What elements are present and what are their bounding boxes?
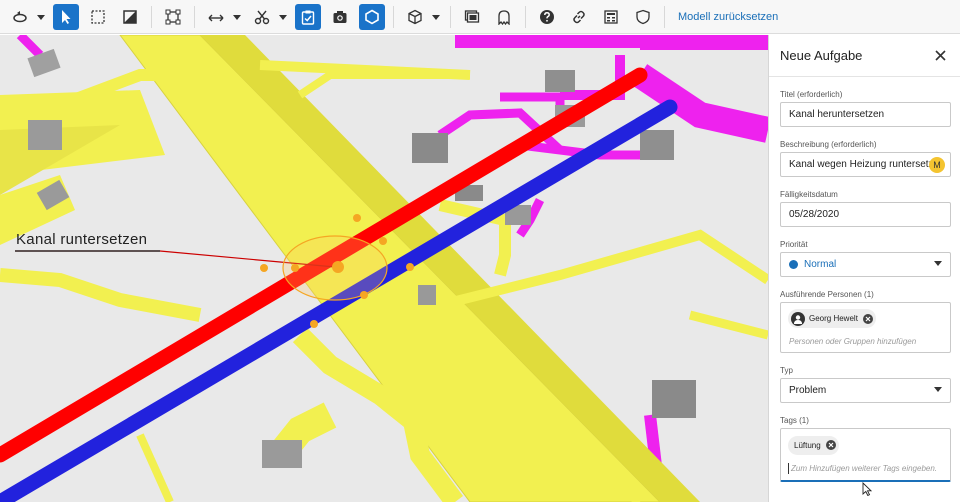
ghost-icon[interactable]	[491, 4, 517, 30]
frame-icon[interactable]	[160, 4, 186, 30]
select-arrow-icon[interactable]	[53, 3, 79, 30]
tags-input[interactable]: Lüftung Zum Hinzufügen weiterer Tags ein…	[780, 427, 951, 482]
remove-chip-icon[interactable]	[862, 313, 873, 324]
camera-icon[interactable]	[327, 4, 353, 30]
assignees-input[interactable]: Georg Hewelt Personen oder Gruppen hinzu…	[780, 302, 951, 353]
task-form: Titel (erforderlich) Kanal heruntersetze…	[769, 90, 960, 482]
assignees-label: Ausführende Personen (1)	[780, 290, 874, 299]
reset-model-link[interactable]: Modell zurücksetzen	[678, 11, 778, 23]
panel-header: Neue Aufgabe	[769, 35, 960, 77]
orbit-icon[interactable]	[7, 4, 33, 30]
assignee-chip: Georg Hewelt	[788, 309, 876, 328]
tags-text-entry[interactable]: Zum Hinzufügen weiterer Tags eingeben.	[788, 462, 944, 474]
orbit-dropdown-chevron-icon[interactable]	[36, 4, 46, 30]
layers-icon[interactable]	[459, 4, 485, 30]
user-avatar-icon	[791, 311, 805, 326]
text-cursor	[788, 462, 789, 474]
cube-dropdown-chevron-icon[interactable]	[431, 4, 441, 30]
title-value: Kanal heruntersetzen	[789, 109, 885, 120]
task-icon[interactable]	[295, 3, 321, 30]
assignees-placeholder: Personen oder Gruppen hinzufügen	[789, 336, 917, 346]
mention-avatar: M	[929, 157, 945, 173]
measure-dropdown-chevron-icon[interactable]	[232, 4, 242, 30]
chevron-down-icon	[934, 385, 942, 396]
tag-name: Lüftung	[794, 440, 821, 450]
toolbar-divider	[450, 5, 451, 28]
tags-placeholder: Zum Hinzufügen weiterer Tags eingeben.	[791, 463, 938, 473]
help-icon[interactable]	[534, 4, 560, 30]
description-input[interactable]: Kanal wegen Heizung runtersetzen M	[780, 152, 951, 177]
tag-chip: Lüftung	[788, 435, 839, 455]
title-label: Titel (erforderlich)	[780, 90, 843, 99]
type-value: Problem	[789, 384, 827, 396]
priority-label: Priorität	[780, 240, 808, 249]
chevron-down-icon	[934, 259, 942, 270]
measure-icon[interactable]	[203, 4, 229, 30]
toolbar-divider	[664, 5, 665, 28]
mouse-pointer-icon	[862, 482, 872, 496]
description-value: Kanal wegen Heizung runtersetzen	[789, 159, 945, 170]
type-select[interactable]: Problem	[780, 377, 951, 403]
due-date-label: Fälligkeitsdatum	[780, 190, 838, 199]
due-date-value: 05/28/2020	[789, 209, 840, 220]
priority-dot-icon	[789, 260, 798, 269]
toolbar: Modell zurücksetzen	[0, 0, 960, 34]
cut-dropdown-chevron-icon[interactable]	[278, 4, 288, 30]
type-label: Typ	[780, 365, 793, 375]
close-icon[interactable]	[932, 48, 948, 64]
priority-select[interactable]: Normal	[780, 252, 951, 277]
model-3d-scene[interactable]	[0, 35, 768, 502]
model-viewport[interactable]: Kanal runtersetzen	[0, 35, 768, 502]
due-date-input[interactable]: 05/28/2020	[780, 202, 951, 227]
box-select-icon[interactable]	[85, 4, 111, 30]
new-task-panel: Neue Aufgabe Titel (erforderlich) Kanal …	[768, 35, 960, 502]
link-icon[interactable]	[566, 4, 592, 30]
remove-chip-icon[interactable]	[825, 440, 836, 450]
priority-value: Normal	[804, 259, 837, 270]
assignee-name: Georg Hewelt	[809, 314, 858, 323]
section-icon[interactable]	[117, 4, 143, 30]
cut-icon[interactable]	[249, 4, 275, 30]
tags-label: Tags (1)	[780, 415, 809, 425]
properties-icon[interactable]	[598, 4, 624, 30]
panel-title: Neue Aufgabe	[780, 48, 863, 63]
polygon-icon[interactable]	[359, 3, 385, 30]
cube-icon[interactable]	[402, 4, 428, 30]
shield-icon[interactable]	[630, 4, 656, 30]
toolbar-divider	[393, 5, 394, 28]
title-input[interactable]: Kanal heruntersetzen	[780, 102, 951, 127]
description-label: Beschreibung (erforderlich)	[780, 140, 877, 149]
annotation-label: Kanal runtersetzen	[16, 231, 148, 248]
toolbar-divider	[151, 5, 152, 28]
toolbar-divider	[194, 5, 195, 28]
toolbar-divider	[525, 5, 526, 28]
